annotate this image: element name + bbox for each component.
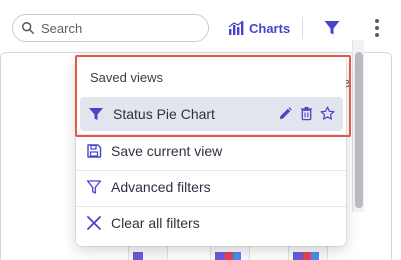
kebab-menu-icon [369,16,385,40]
saved-view-item[interactable]: Status Pie Chart [80,97,343,131]
clear-all-filters-label: Clear all filters [111,215,200,231]
clear-all-filters-item[interactable]: Clear all filters [76,205,346,241]
floppy-disk-icon [86,143,102,159]
saved-view-label: Status Pie Chart [113,106,215,122]
charts-button[interactable]: Charts [228,18,290,38]
funnel-filled-icon [88,106,104,122]
advanced-filters-item[interactable]: Advanced filters [76,169,346,205]
thumbnail-bar [311,252,319,260]
thumbnail-bar [233,252,241,260]
thumbnail-bar [133,252,143,260]
toolbar-divider [302,17,303,39]
thumbnail-bar [215,252,225,260]
toolbar: Search Charts [0,0,401,56]
thumbnail-bar [303,252,311,260]
delete-icon[interactable] [299,106,314,121]
filter-menu: Saved views Status Pie Chart Save curren… [76,56,346,246]
search-icon [21,21,35,35]
funnel-outline-icon [86,179,102,195]
funnel-icon [323,19,341,37]
star-icon[interactable] [320,106,335,121]
filter-button[interactable] [323,19,341,37]
save-current-view-label: Save current view [111,143,223,159]
scrollbar-thumb[interactable] [355,52,363,208]
bar-chart-icon [228,20,244,36]
thumbnail-bar [293,252,303,260]
charts-label: Charts [249,20,291,36]
search-field[interactable]: Search [12,14,209,42]
more-options-button[interactable] [369,16,385,40]
edit-icon[interactable] [278,106,293,121]
save-current-view-item[interactable]: Save current view [76,133,346,169]
saved-views-title: Saved views [90,70,163,85]
search-placeholder: Search [41,20,83,36]
advanced-filters-label: Advanced filters [111,179,211,195]
thumbnail-bar [225,252,233,260]
close-icon [86,215,102,231]
